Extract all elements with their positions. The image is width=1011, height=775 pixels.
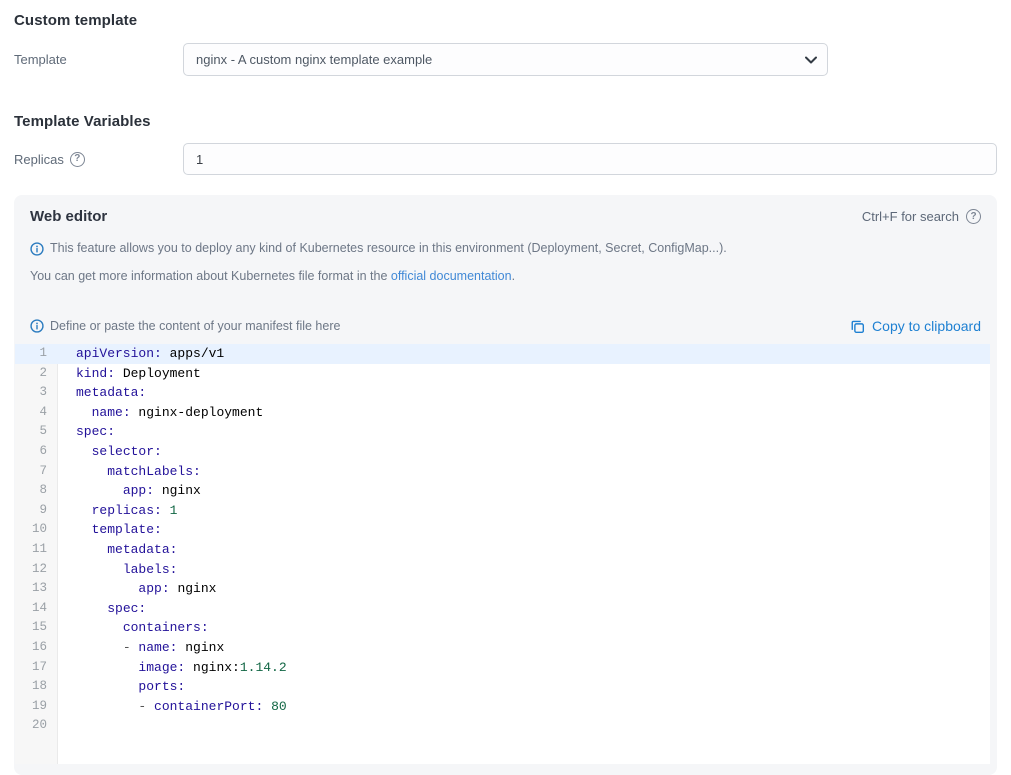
- line-number: 2: [15, 364, 57, 384]
- line-number: 17: [15, 658, 57, 678]
- search-hint: Ctrl+F for search ?: [862, 209, 981, 224]
- line-number: 16: [15, 638, 57, 658]
- code-line[interactable]: 10 template:: [15, 520, 990, 540]
- web-editor-widget: Web editor Ctrl+F for search ? This feat…: [14, 195, 997, 775]
- line-number: 10: [15, 520, 57, 540]
- code-line[interactable]: 11 metadata:: [15, 540, 990, 560]
- line-number: 20: [15, 716, 57, 736]
- code-editor[interactable]: 1apiVersion: apps/v12kind: Deployment3me…: [15, 344, 990, 764]
- copy-to-clipboard-button[interactable]: Copy to clipboard: [850, 318, 981, 334]
- line-number: 8: [15, 481, 57, 501]
- code-text: app: nginx: [57, 481, 201, 501]
- code-text: spec:: [57, 422, 115, 442]
- code-line[interactable]: 6 selector:: [15, 442, 990, 462]
- line-number: 13: [15, 579, 57, 599]
- info-icon: [30, 319, 44, 333]
- code-text: replicas: 1: [57, 501, 177, 521]
- line-number: 18: [15, 677, 57, 697]
- code-text: [57, 716, 76, 736]
- code-text: labels:: [57, 560, 177, 580]
- code-text: apiVersion: apps/v1: [57, 344, 224, 364]
- code-text: - name: nginx: [57, 638, 224, 658]
- replicas-label-wrap: Replicas ?: [14, 152, 183, 167]
- code-line[interactable]: 12 labels:: [15, 560, 990, 580]
- code-text: spec:: [57, 599, 146, 619]
- line-number: 9: [15, 501, 57, 521]
- code-line[interactable]: 14 spec:: [15, 599, 990, 619]
- code-line[interactable]: 7 matchLabels:: [15, 462, 990, 482]
- manifest-hint-text: Define or paste the content of your mani…: [50, 319, 340, 333]
- code-text: containers:: [57, 618, 209, 638]
- info-message-2: You can get more information about Kuber…: [14, 268, 997, 285]
- code-line[interactable]: 5spec:: [15, 422, 990, 442]
- code-line[interactable]: 2kind: Deployment: [15, 364, 990, 384]
- info-message-1: This feature allows you to deploy any ki…: [14, 240, 997, 257]
- line-number: 19: [15, 697, 57, 717]
- help-icon[interactable]: ?: [70, 152, 85, 167]
- code-line[interactable]: 4 name: nginx-deployment: [15, 403, 990, 423]
- template-label: Template: [14, 52, 183, 67]
- code-text: ports:: [57, 677, 185, 697]
- replicas-input[interactable]: [183, 143, 997, 175]
- code-text: template:: [57, 520, 162, 540]
- code-line[interactable]: 16 - name: nginx: [15, 638, 990, 658]
- code-text: metadata:: [57, 383, 146, 403]
- code-text: kind: Deployment: [57, 364, 201, 384]
- template-form-row: Template nginx - A custom nginx template…: [14, 43, 997, 76]
- line-number: 14: [15, 599, 57, 619]
- code-line[interactable]: 13 app: nginx: [15, 579, 990, 599]
- code-line[interactable]: 9 replicas: 1: [15, 501, 990, 521]
- code-text: matchLabels:: [57, 462, 201, 482]
- copy-to-clipboard-label: Copy to clipboard: [872, 318, 981, 334]
- code-line[interactable]: 18 ports:: [15, 677, 990, 697]
- info-message-1-text: This feature allows you to deploy any ki…: [50, 240, 727, 257]
- replicas-form-row: Replicas ?: [14, 143, 997, 175]
- line-number: 6: [15, 442, 57, 462]
- code-line[interactable]: 17 image: nginx:1.14.2: [15, 658, 990, 678]
- code-text: metadata:: [57, 540, 177, 560]
- custom-template-page: Custom template Template nginx - A custo…: [0, 12, 1011, 775]
- code-line[interactable]: 1apiVersion: apps/v1: [15, 344, 990, 364]
- code-line[interactable]: 19 - containerPort: 80: [15, 697, 990, 717]
- help-icon[interactable]: ?: [966, 209, 981, 224]
- official-documentation-link[interactable]: official documentation: [391, 269, 512, 283]
- copy-icon: [850, 319, 865, 334]
- page-title: Custom template: [14, 12, 997, 29]
- code-line[interactable]: 20: [15, 716, 990, 736]
- info-icon: [30, 242, 44, 256]
- line-number: 3: [15, 383, 57, 403]
- template-select[interactable]: nginx - A custom nginx template example: [183, 43, 828, 76]
- code-line[interactable]: 15 containers:: [15, 618, 990, 638]
- line-number: 15: [15, 618, 57, 638]
- code-text: - containerPort: 80: [57, 697, 287, 717]
- code-line[interactable]: 3metadata:: [15, 383, 990, 403]
- template-variables-heading: Template Variables: [14, 113, 997, 130]
- line-number: 4: [15, 403, 57, 423]
- code-text: image: nginx:1.14.2: [57, 658, 287, 678]
- manifest-hint: Define or paste the content of your mani…: [30, 319, 340, 333]
- web-editor-header: Web editor Ctrl+F for search ?: [14, 208, 997, 225]
- line-number: 12: [15, 560, 57, 580]
- template-select-wrap: nginx - A custom nginx template example: [183, 43, 828, 76]
- line-number: 5: [15, 422, 57, 442]
- code-text: app: nginx: [57, 579, 216, 599]
- line-number: 1: [15, 344, 57, 364]
- line-number: 7: [15, 462, 57, 482]
- code-lines: 1apiVersion: apps/v12kind: Deployment3me…: [15, 344, 990, 736]
- replicas-label: Replicas: [14, 152, 64, 167]
- code-text: name: nginx-deployment: [57, 403, 263, 423]
- search-hint-text: Ctrl+F for search: [862, 209, 959, 224]
- editor-toolbar: Define or paste the content of your mani…: [14, 318, 997, 334]
- web-editor-title: Web editor: [30, 208, 107, 225]
- info-message-2-text: You can get more information about Kuber…: [30, 268, 515, 285]
- code-line[interactable]: 8 app: nginx: [15, 481, 990, 501]
- code-text: selector:: [57, 442, 162, 462]
- line-number: 11: [15, 540, 57, 560]
